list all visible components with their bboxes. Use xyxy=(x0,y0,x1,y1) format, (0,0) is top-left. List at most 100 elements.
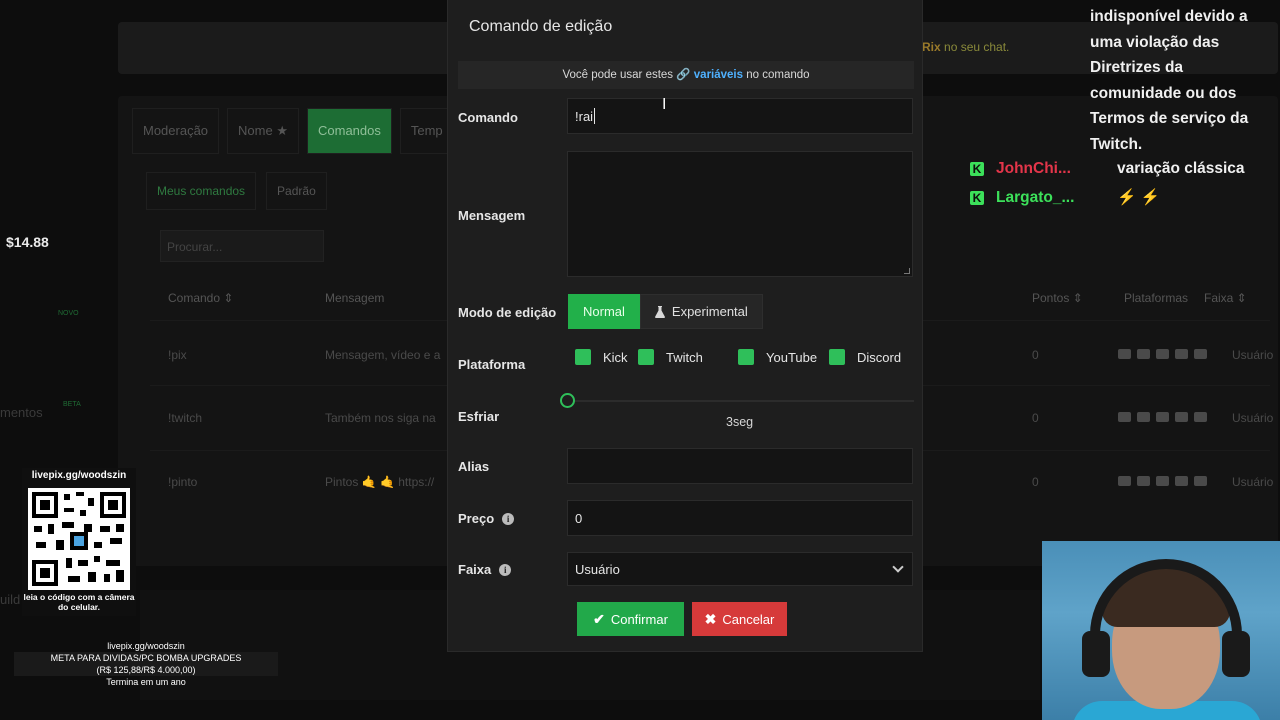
checkbox-checked[interactable] xyxy=(738,349,754,365)
row-platform-icons xyxy=(1118,476,1207,486)
goal-title: META PARA DIVIDAS/PC BOMBA UPGRADES xyxy=(14,652,278,664)
band-select-value: Usuário xyxy=(575,561,620,577)
message-label: Mensagem xyxy=(458,208,526,223)
cooldown-label: Esfriar xyxy=(458,409,500,424)
band-label: Faixa i xyxy=(458,562,512,577)
alias-input[interactable] xyxy=(567,448,913,484)
resize-grip-icon[interactable] xyxy=(904,268,910,274)
sidebar-fragment: mentos xyxy=(0,405,43,420)
chat-text: ⚡ ⚡ xyxy=(1117,189,1160,206)
kick-icon xyxy=(1118,476,1131,486)
row-platform-icons xyxy=(1118,412,1207,422)
message-textarea-field[interactable] xyxy=(568,152,912,276)
mode-normal-button[interactable]: Normal xyxy=(568,294,640,329)
chat-system-message: indisponível devido a uma violação das D… xyxy=(1090,8,1249,153)
screen: tRix no seu chat. Moderação Nome ★ Coman… xyxy=(0,0,1280,720)
checkbox-checked[interactable] xyxy=(638,349,654,365)
message-textarea[interactable] xyxy=(567,151,913,277)
variables-hint: Você pode usar estes 🔗 variáveis no coma… xyxy=(458,61,914,89)
kick-badge-icon: K xyxy=(970,162,984,176)
modal-title: Comando de edição xyxy=(469,18,613,35)
checkbox-checked[interactable] xyxy=(829,349,845,365)
subtab-meus-comandos[interactable]: Meus comandos xyxy=(146,172,257,210)
command-input[interactable]: !rai xyxy=(567,98,913,134)
background-notice: tRix no seu chat. xyxy=(918,40,1009,54)
variables-link[interactable]: 🔗 variáveis xyxy=(676,69,743,81)
chat-message: K JohnChi... variação clássica xyxy=(970,160,1245,178)
text-cursor-icon: I xyxy=(662,96,667,113)
headset-earcup-right xyxy=(1222,631,1250,677)
row-points: 0 xyxy=(1032,475,1039,489)
subtab-padrao[interactable]: Padrão xyxy=(266,172,327,210)
price-input[interactable]: 0 xyxy=(567,500,913,536)
check-icon: ✔ xyxy=(593,610,605,627)
price-label: Preço i xyxy=(458,511,515,526)
column-header-points[interactable]: Pontos ⇕ xyxy=(1032,291,1083,305)
background-tabs: Moderação Nome ★ Comandos Temp xyxy=(132,108,454,154)
price-label-text: Preço xyxy=(458,511,495,526)
qr-code-icon xyxy=(28,488,130,590)
row-points: 0 xyxy=(1032,348,1039,362)
column-header-band[interactable]: Faixa ⇕ xyxy=(1204,291,1247,305)
row-command: !pinto xyxy=(168,475,198,489)
platform-discord[interactable]: Discord xyxy=(829,349,901,365)
edit-mode-label: Modo de edição xyxy=(458,305,557,320)
edit-command-modal: Comando de edição Você pode usar estes 🔗… xyxy=(447,0,923,652)
qr-widget: livepix.gg/woodszin leia o código com a … xyxy=(22,468,136,616)
kick-icon xyxy=(1118,412,1131,422)
confirm-button[interactable]: ✔ Confirmar xyxy=(577,602,684,636)
kick-badge-icon: K xyxy=(970,190,984,205)
platform-twitch[interactable]: Twitch xyxy=(638,349,703,365)
goal-amount: (R$ 125,88/R$ 4.000,00) xyxy=(14,664,278,676)
row-command: !pix xyxy=(168,348,187,362)
chat-username[interactable]: JohnChi... xyxy=(996,160,1106,178)
platform-label: Plataforma xyxy=(458,357,526,372)
youtube-icon xyxy=(1156,412,1169,422)
column-header-command[interactable]: Comando ⇕ xyxy=(168,291,233,305)
goal-end: Termina em um ano xyxy=(106,677,186,687)
discord-icon xyxy=(1175,476,1188,486)
info-icon[interactable]: i xyxy=(502,513,515,525)
chat-username[interactable]: Largato_... xyxy=(996,189,1106,207)
row-command: !twitch xyxy=(168,411,203,425)
tab-comandos[interactable]: Comandos xyxy=(307,108,392,154)
kick-k-icon xyxy=(1194,349,1207,359)
tab-moderacao[interactable]: Moderação xyxy=(132,108,220,154)
checkbox-checked[interactable] xyxy=(575,349,591,365)
band-select[interactable]: Usuário xyxy=(567,552,913,586)
cooldown-slider-track[interactable] xyxy=(568,400,914,402)
background-search-input[interactable]: Procurar... xyxy=(160,230,324,262)
row-platform-icons xyxy=(1118,349,1207,359)
cancel-button[interactable]: ✖ Cancelar xyxy=(692,602,787,636)
mode-experimental-button[interactable]: Experimental xyxy=(639,294,763,329)
confirm-label: Confirmar xyxy=(610,611,668,627)
qr-caption: leia o código com a câmera do celular. xyxy=(23,592,135,612)
command-label: Comando xyxy=(458,110,518,125)
donation-amount: $14.88 xyxy=(6,234,49,250)
cooldown-slider-handle[interactable] xyxy=(560,393,575,408)
platform-kick[interactable]: Kick xyxy=(575,349,628,365)
discord-icon xyxy=(1175,349,1188,359)
kick-k-icon xyxy=(1194,412,1207,422)
background-subtabs: Meus comandos Padrão xyxy=(146,172,327,210)
beta-badge: BETA xyxy=(63,401,81,408)
mode-experimental-label: Experimental xyxy=(671,304,748,319)
platform-youtube[interactable]: YouTube xyxy=(738,349,817,365)
notice-text: no seu chat. xyxy=(944,40,1010,54)
tab-nome[interactable]: Nome ★ xyxy=(227,108,299,154)
info-icon[interactable]: i xyxy=(499,564,512,576)
chevron-down-icon xyxy=(892,561,904,573)
band-label-text: Faixa xyxy=(458,562,492,577)
kick-icon xyxy=(1118,349,1131,359)
headset-earcup-left xyxy=(1082,631,1110,677)
row-band: Usuário xyxy=(1232,411,1274,425)
donation-goal: livepix.gg/woodszin META PARA DIVIDAS/PC… xyxy=(14,640,278,688)
headset-icon xyxy=(1090,559,1242,669)
webcam-feed xyxy=(1042,541,1280,720)
column-header-message: Mensagem xyxy=(325,291,385,305)
flask-icon xyxy=(654,305,665,318)
kick-k-icon xyxy=(1194,476,1207,486)
platform-name: Twitch xyxy=(666,349,703,365)
tab-temp[interactable]: Temp xyxy=(399,108,454,154)
chat-message: K Largato_... ⚡ ⚡ xyxy=(970,188,1160,207)
